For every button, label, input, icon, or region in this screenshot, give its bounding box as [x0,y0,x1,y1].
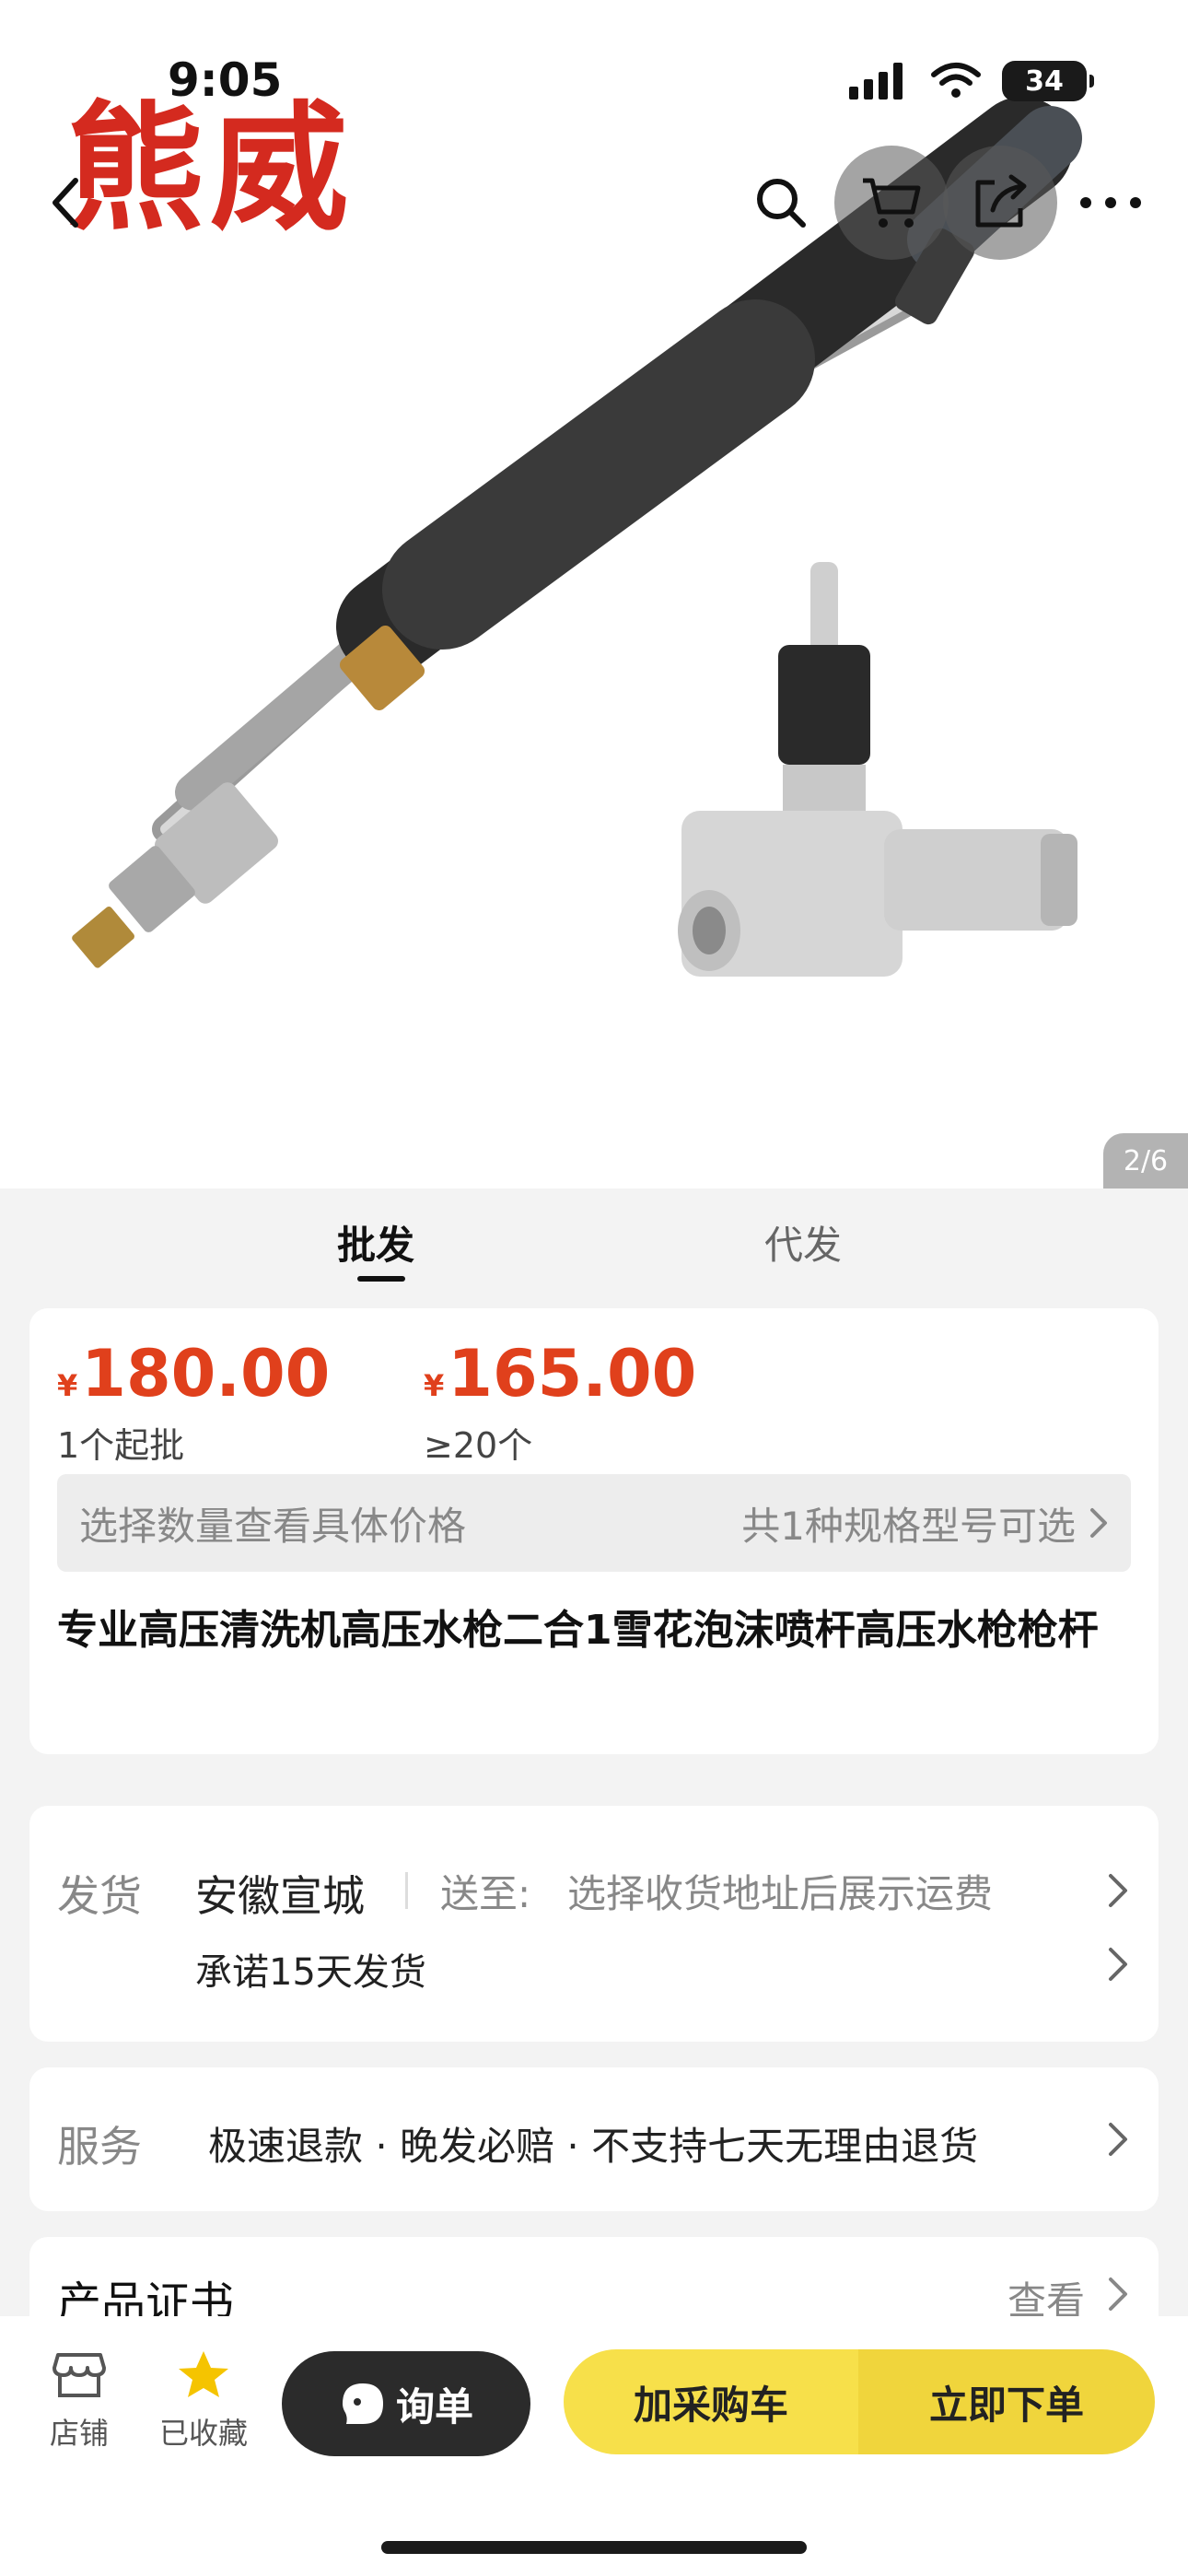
home-indicator [381,2541,807,2554]
spec-prompt: 选择数量查看具体价格 [79,1503,467,1549]
service-card[interactable]: 服务 极速退款 · 晚发必赔 · 不支持七天无理由退货 [29,2067,1159,2211]
spec-selector[interactable]: 选择数量查看具体价格 共1种规格型号可选 [57,1474,1131,1572]
active-tab-indicator [357,1276,405,1282]
price-tier-2: ¥ 165.00 [424,1336,696,1411]
share-button[interactable] [943,146,1057,260]
add-to-cart-button[interactable]: 加采购车 [564,2349,858,2454]
spec-count: 共1种规格型号可选 [741,1503,1076,1549]
chevron-right-icon [1109,2123,1127,2156]
search-icon [757,179,806,228]
buy-now-button[interactable]: 立即下单 [858,2349,1155,2454]
share-icon [975,174,1027,228]
favorite-button[interactable]: 已收藏 [155,2349,252,2453]
price-value: 165.00 [448,1336,697,1411]
service-items: 极速退款 · 晚发必赔 · 不支持七天无理由退货 [208,2124,979,2169]
shipping-promise: 承诺15天发货 [195,1951,426,1994]
service-label: 服务 [57,2122,142,2172]
shipping-origin: 安徽宣城 [195,1871,365,1921]
cart-button[interactable] [834,146,949,260]
currency-symbol: ¥ [57,1368,78,1403]
store-button[interactable]: 店铺 [42,2349,116,2453]
status-icons: 34 [849,53,1094,109]
chevron-right-icon [1109,2277,1127,2311]
price-tier-1: ¥ 180.00 [57,1336,330,1411]
cart-icon [863,178,921,228]
price-card: ¥ 180.00 1个起批 ¥ 165.00 ≥20个 选择数量查看具体价格 共… [29,1308,1159,1754]
inquiry-label: 询单 [395,2383,473,2430]
store-icon [52,2353,106,2397]
inquiry-button[interactable]: 询单 [282,2351,530,2456]
star-icon [179,2351,228,2397]
search-button[interactable] [744,166,818,240]
chevron-left-icon [52,178,78,228]
ship-to-value[interactable]: 选择收货地址后展示运费 [567,1863,993,1919]
wifi-icon [931,63,981,98]
more-dots-icon [1080,197,1141,208]
ship-to-label: 送至: [440,1871,531,1916]
image-pager: 2/6 [1103,1133,1188,1188]
chevron-right-icon [1109,1874,1127,1907]
favorite-label: 已收藏 [158,2416,248,2451]
status-time: 9:05 [168,53,283,107]
bottom-action-bar: 店铺 已收藏 询单 加采购车 立即下单 [0,2316,1188,2576]
signal-icon [849,63,903,100]
battery-indicator: 34 [1002,61,1094,101]
min-order-note: 1个起批 [57,1425,185,1466]
chevron-right-icon [1109,1948,1127,1981]
chevron-right-icon [1090,1508,1107,1538]
tab-wholesale[interactable]: 批发 [337,1214,414,1270]
currency-symbol: ¥ [424,1368,445,1403]
back-button[interactable] [37,166,92,240]
chat-bubble-icon [342,2383,383,2424]
more-button[interactable] [1074,175,1147,230]
product-title: 专业高压清洗机高压水枪二合1雪花泡沫喷杆高压水枪枪杆 [57,1607,1099,1654]
price-value: 180.00 [81,1336,331,1411]
tab-dropship[interactable]: 代发 [764,1214,842,1270]
bulk-order-note: ≥20个 [424,1425,533,1466]
divider [405,1872,408,1909]
shipping-label: 发货 [57,1871,142,1921]
store-label: 店铺 [49,2416,109,2451]
purchase-mode-tabs: 批发 代发 [0,1188,1188,1299]
shipping-card[interactable]: 发货 安徽宣城 送至: 选择收货地址后展示运费 承诺15天发货 [29,1806,1159,2042]
